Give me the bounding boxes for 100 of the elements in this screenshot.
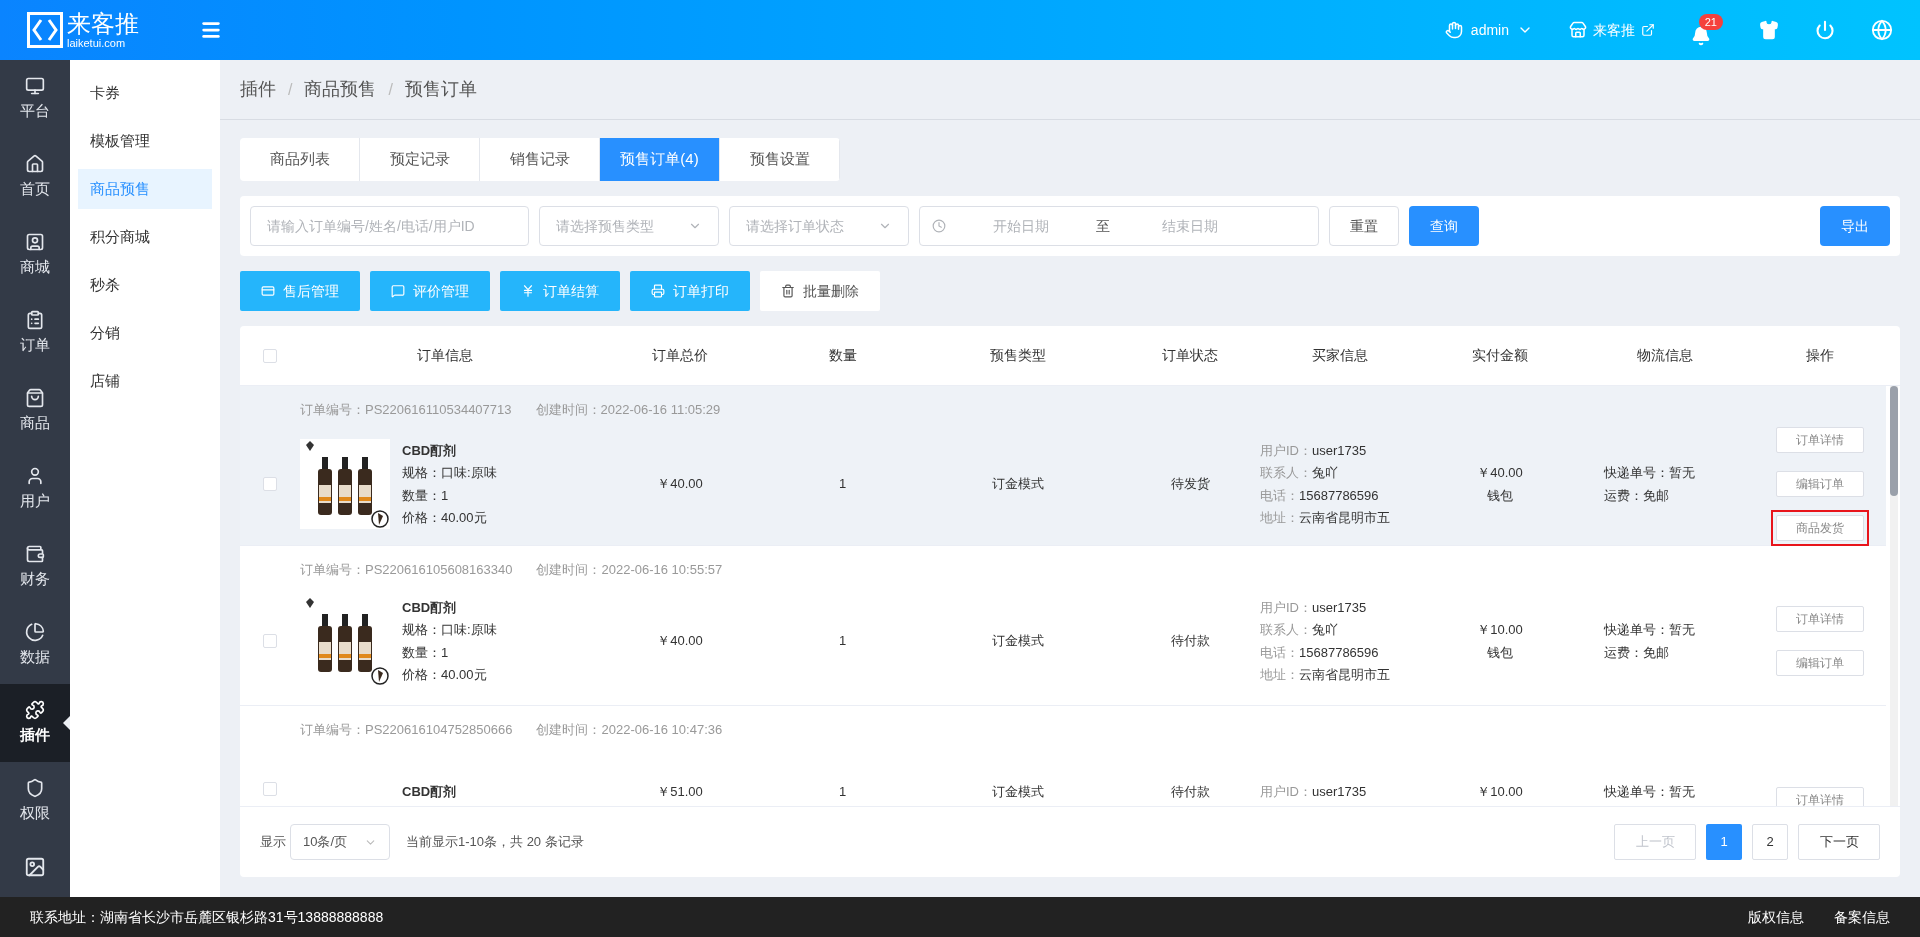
logo-name: 来客推 [67, 11, 139, 36]
rail-item[interactable]: 商品 [0, 372, 70, 450]
buyer-info: 用户ID：user1735 [1260, 598, 1368, 617]
row-checkbox[interactable] [263, 634, 277, 648]
next-page-button[interactable]: 下一页 [1798, 824, 1880, 860]
date-range-field[interactable]: 开始日期 至 结束日期 [919, 206, 1319, 246]
presale-type: 订金模式 [991, 633, 1044, 649]
rail-item[interactable]: 财务 [0, 528, 70, 606]
footer-link[interactable]: 备案信息 [1834, 906, 1890, 928]
power-icon[interactable] [1815, 20, 1835, 40]
submenu-item[interactable]: 模板管理 [78, 121, 212, 161]
wallet-icon [25, 543, 45, 564]
breadcrumb-separator: / [288, 79, 293, 100]
quantity: 1 [838, 633, 847, 649]
column-header: 物流信息 [1637, 347, 1693, 363]
submenu-item[interactable]: 分销 [78, 313, 212, 353]
scrollbar[interactable] [1890, 386, 1898, 806]
submenu-item[interactable]: 秒杀 [78, 265, 212, 305]
buyer-info: 电话：15687786596 [1260, 486, 1380, 505]
menu-icon[interactable] [200, 19, 222, 41]
search-field[interactable]: 请输入订单编号/姓名/电话/用户ID [250, 206, 529, 246]
column-header: 买家信息 [1312, 347, 1368, 363]
globe-icon[interactable] [1871, 19, 1893, 41]
rail-item[interactable]: 用户 [0, 450, 70, 528]
record-summary: 当前显示1-10条，共 20 条记录 [406, 833, 584, 852]
tab[interactable]: 预定记录 [360, 138, 480, 181]
paid-amount: ￥10.00 [1477, 783, 1523, 801]
operation-button[interactable]: 订单详情 [1776, 787, 1864, 806]
bell-icon [1691, 26, 1711, 46]
breadcrumb-item[interactable]: 插件 [240, 76, 276, 103]
tab[interactable]: 预售设置 [720, 138, 840, 181]
shield-icon [25, 777, 45, 798]
operation-button[interactable]: 编辑订单 [1776, 471, 1864, 497]
puzzle-icon [25, 699, 45, 720]
rail-item[interactable]: 首页 [0, 138, 70, 216]
column-header: 操作 [1806, 347, 1834, 363]
buyer-info: 电话：15687786596 [1260, 643, 1380, 662]
rail-item[interactable]: 权限 [0, 762, 70, 840]
rail-item[interactable]: 数据 [0, 606, 70, 684]
notification-badge: 21 [1698, 14, 1723, 30]
presale-type: 订金模式 [991, 476, 1044, 492]
logistics-info: 快递单号：暂无 [1604, 463, 1696, 482]
paid-amount: ￥40.00 [1477, 463, 1523, 482]
column-header: 数量 [828, 347, 857, 363]
image-icon[interactable] [24, 856, 46, 878]
product-detail: 价格：40.00元 [402, 509, 488, 527]
tab[interactable]: 商品列表 [240, 138, 360, 181]
logistics-info: 快递单号：暂无 [1604, 783, 1696, 801]
operation-button[interactable]: 编辑订单 [1776, 650, 1864, 676]
action-button[interactable]: 批量删除 [760, 271, 880, 311]
buyer-info: 用户ID：user1735 [1260, 441, 1368, 460]
rail-item[interactable]: 插件 [0, 684, 70, 762]
product-detail: 价格：40.00元 [402, 666, 488, 684]
rail-item[interactable]: 商城 [0, 216, 70, 294]
pie-chart-icon [25, 621, 45, 642]
operation-button[interactable]: 商品发货 [1776, 515, 1864, 541]
row-checkbox[interactable] [263, 782, 277, 796]
operation-button[interactable]: 订单详情 [1776, 427, 1864, 453]
paid-amount: 钱包 [1487, 487, 1513, 505]
start-date: 开始日期 [992, 216, 1050, 236]
logistics-info: 快递单号：暂无 [1604, 620, 1696, 639]
row-checkbox[interactable] [263, 477, 277, 491]
page-size-select[interactable]: 10条/页 [290, 824, 390, 860]
product-detail: 数量：1 [402, 486, 450, 505]
order-total: ￥40.00 [657, 633, 703, 649]
notification-button[interactable]: 21 [1691, 14, 1723, 46]
breadcrumb-item[interactable]: 商品预售 [304, 76, 377, 103]
buyer-info: 用户ID：user1735 [1260, 783, 1368, 801]
buyer-info: 地址：云南省昆明市五 [1260, 666, 1391, 684]
page-button[interactable]: 2 [1752, 824, 1788, 860]
reset-button[interactable]: 重置 [1329, 206, 1399, 246]
bag-icon [25, 387, 45, 408]
rail-item[interactable]: 平台 [0, 60, 70, 138]
order-total: ￥40.00 [657, 476, 703, 492]
product-detail: 数量：1 [402, 643, 450, 662]
submenu-item[interactable]: 积分商城 [78, 217, 212, 257]
buyer-info: 联系人：兔吖 [1260, 621, 1339, 639]
clipboard-icon [25, 309, 45, 330]
rail-item[interactable]: 订单 [0, 294, 70, 372]
buyer-info: 地址：云南省昆明市五 [1260, 509, 1391, 527]
product-name: CBD酊剂 [402, 598, 458, 617]
order-total: ￥51.00 [657, 784, 703, 799]
hand-icon [1444, 21, 1463, 39]
column-header: 预售类型 [989, 347, 1046, 363]
message-icon [391, 284, 405, 298]
printer-icon [651, 284, 665, 298]
trash-icon [781, 284, 795, 298]
submenu-item[interactable]: 店铺 [78, 361, 212, 401]
shirt-icon[interactable] [1759, 20, 1779, 40]
order-status: 待发货 [1170, 476, 1210, 492]
order-number: 订单编号：PS220616105608163340 [300, 561, 513, 580]
operation-button[interactable]: 订单详情 [1776, 606, 1864, 632]
submenu-item[interactable]: 卡券 [78, 73, 212, 113]
footer-link[interactable]: 版权信息 [1748, 906, 1804, 928]
yen-icon [521, 284, 535, 298]
end-date: 结束日期 [1161, 216, 1219, 236]
order-status: 待付款 [1170, 633, 1210, 649]
select-all-checkbox[interactable] [263, 348, 277, 363]
store-icon [1569, 21, 1587, 39]
logo-domain: laiketui.com [67, 37, 127, 49]
